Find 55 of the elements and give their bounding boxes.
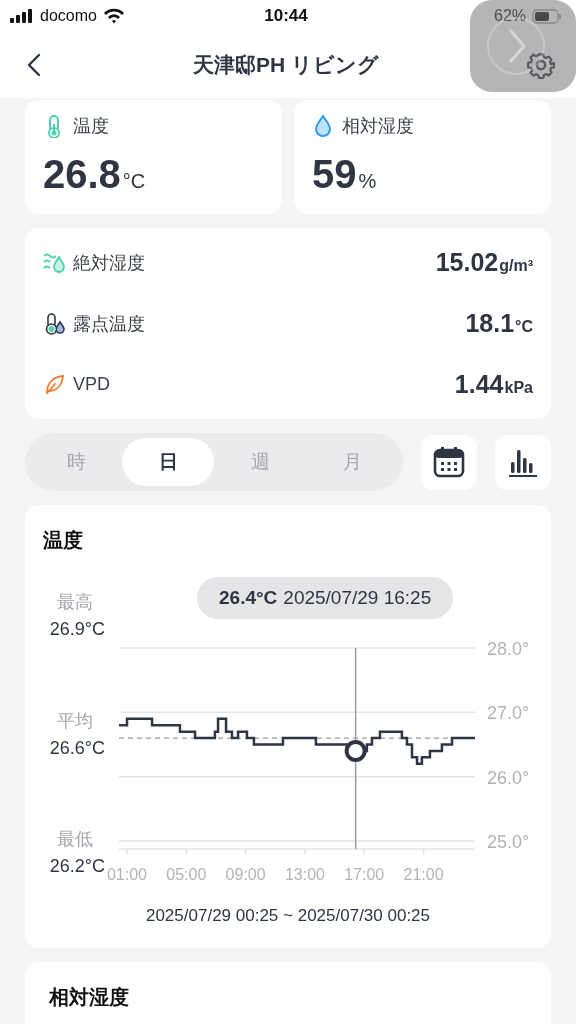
- period-tab[interactable]: 日: [122, 438, 214, 486]
- stat-value: 26.6°C: [49, 736, 105, 760]
- x-tick-label: 21:00: [403, 866, 444, 883]
- y-tick-label: 27.0°: [487, 703, 530, 724]
- page-title: 天津邸PH リビング: [193, 52, 379, 78]
- stat-label: 最高: [57, 591, 94, 614]
- unit-label: °C: [515, 318, 533, 336]
- battery-percentage: 62%: [494, 7, 526, 25]
- y-tick-label: 25.0°: [487, 832, 530, 852]
- selected-point[interactable]: [344, 739, 367, 762]
- battery-icon: [532, 8, 562, 24]
- wifi-icon: [102, 8, 125, 24]
- water-drop-icon: [312, 114, 334, 138]
- x-tick-label: 13:00: [284, 866, 325, 883]
- section-title: 相対湿度: [47, 985, 130, 1010]
- metric-value: 15.02: [435, 248, 499, 277]
- metric-label: 露点温度: [73, 312, 145, 336]
- calendar-icon: [432, 445, 466, 479]
- signal-icon: [10, 9, 34, 23]
- carrier-name: docomo: [40, 7, 97, 25]
- x-tick-label: 17:00: [344, 866, 385, 883]
- reading-label: 温度: [73, 115, 109, 138]
- stat-label: 平均: [57, 709, 94, 733]
- period-tab[interactable]: 時: [30, 438, 122, 486]
- x-tick-label: 05:00: [166, 866, 207, 883]
- date-range: 2025/07/29 00:25 ~ 2025/07/30 00:25: [144, 906, 432, 926]
- period-tab[interactable]: 週: [214, 438, 306, 486]
- unit-label: %: [358, 170, 377, 193]
- chart-button[interactable]: [495, 434, 551, 490]
- calendar-button[interactable]: [421, 434, 477, 490]
- unit-label: °C: [122, 170, 146, 193]
- settings-icon[interactable]: [526, 50, 556, 80]
- tooltip-time: 2025/07/29 16:25: [283, 587, 432, 609]
- y-tick-label: 26.0°: [487, 767, 530, 788]
- metric-label: VPD: [73, 374, 110, 395]
- reading-label: 相対湿度: [342, 115, 414, 138]
- stat-value: 26.9°C: [49, 618, 105, 641]
- stat-value: 26.2°C: [49, 855, 105, 878]
- unit-label: kPa: [504, 379, 533, 397]
- x-tick-label: 01:00: [107, 866, 148, 883]
- metric-value: 1.44: [454, 370, 504, 399]
- reading-value: 26.8: [43, 152, 121, 197]
- x-tick-label: 09:00: [225, 866, 266, 883]
- stat-label: 最低: [57, 828, 94, 851]
- metric-value: 18.1: [465, 309, 515, 338]
- y-tick-label: 28.0°: [487, 639, 530, 659]
- unit-label: g/m³: [499, 257, 533, 275]
- period-tab[interactable]: 月: [306, 438, 398, 486]
- status-time: 10:44: [264, 6, 308, 26]
- metric-label: 絶対湿度: [73, 251, 145, 275]
- reading-value: 59: [312, 152, 357, 197]
- chart-title: 温度: [42, 528, 84, 553]
- tooltip-value: 26.4°C: [219, 587, 278, 609]
- thermometer-drop-icon: [43, 311, 65, 336]
- leaf-icon: [43, 372, 65, 397]
